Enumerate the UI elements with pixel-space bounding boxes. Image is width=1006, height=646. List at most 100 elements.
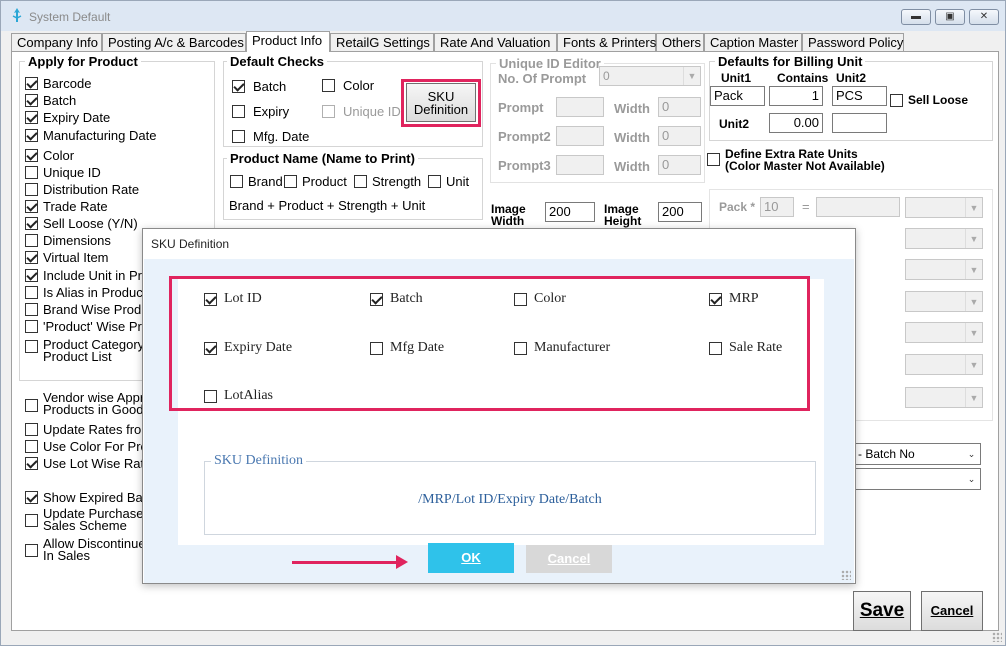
contains-input[interactable]: 1 [769, 86, 823, 106]
checkbox-box[interactable] [232, 130, 245, 143]
checkbox-box[interactable] [25, 234, 38, 247]
apply-trade-rate-checkbox[interactable]: Trade Rate [25, 199, 108, 214]
checkbox-box[interactable] [25, 491, 38, 504]
rate-unit-select-4[interactable]: ▼ [905, 291, 983, 312]
prompt2-width-input[interactable]: 0 [658, 126, 701, 146]
apply-sell-loose-checkbox[interactable]: Sell Loose (Y/N) [25, 216, 138, 231]
apply-product-category-checkbox[interactable]: Product Category Product List [25, 338, 144, 363]
checkbox-box[interactable] [25, 340, 38, 353]
default-unique-id-checkbox[interactable]: Unique ID [322, 104, 401, 119]
name-strength-checkbox[interactable]: Strength [354, 174, 421, 189]
prompt3-width-input[interactable]: 0 [658, 155, 701, 175]
checkbox-box[interactable] [25, 320, 38, 333]
tab-rate-valuation[interactable]: Rate And Valuation [434, 33, 557, 51]
default-expiry-checkbox[interactable]: Expiry [232, 104, 289, 119]
batch-no-select[interactable]: - Batch No ⌄ [853, 443, 981, 465]
use-color-checkbox[interactable]: Use Color For Pro [25, 439, 148, 454]
tab-fonts-printers[interactable]: Fonts & Printers [557, 33, 656, 51]
tab-caption-master[interactable]: Caption Master [704, 33, 802, 51]
prompt-width-input[interactable]: 0 [658, 97, 701, 117]
unit2-input[interactable]: PCS [832, 86, 887, 106]
checkbox-box[interactable] [25, 286, 38, 299]
checkbox-box[interactable] [25, 94, 38, 107]
checkbox-box[interactable] [25, 544, 38, 557]
checkbox-box[interactable] [25, 514, 38, 527]
rate-unit-select-7[interactable]: ▼ [905, 387, 983, 408]
tab-company-info[interactable]: Company Info [11, 33, 102, 51]
checkbox-box[interactable] [232, 105, 245, 118]
checkbox-box[interactable] [25, 251, 38, 264]
prompt2-input[interactable] [556, 126, 604, 146]
apply-unique-id-checkbox[interactable]: Unique ID [25, 165, 101, 180]
apply-manufacturing-date-checkbox[interactable]: Manufacturing Date [25, 128, 156, 143]
rate-unit-select-2[interactable]: ▼ [905, 228, 983, 249]
image-height-input[interactable]: 200 [658, 202, 702, 222]
row2-value-input[interactable]: 0.00 [769, 113, 823, 133]
prompt-input[interactable] [556, 97, 604, 117]
update-purchase-checkbox[interactable]: Update Purchase Sales Scheme [25, 507, 143, 532]
tab-product-info[interactable]: Product Info [246, 31, 330, 52]
use-lot-wise-rate-checkbox[interactable]: Use Lot Wise Rate [25, 456, 151, 471]
tab-posting-barcodes[interactable]: Posting A/c & Barcodes [102, 33, 246, 51]
name-unit-checkbox[interactable]: Unit [428, 174, 469, 189]
extra-rate-units-checkbox[interactable]: Define Extra Rate Units (Color Master No… [707, 148, 885, 172]
checkbox-box[interactable] [25, 217, 38, 230]
image-width-input[interactable]: 200 [545, 202, 595, 222]
checkbox-box[interactable] [25, 303, 38, 316]
checkbox-box[interactable] [428, 175, 441, 188]
checkbox-box[interactable] [890, 94, 903, 107]
apply-product-wise-checkbox[interactable]: 'Product' Wise Pr [25, 319, 142, 334]
apply-barcode-checkbox[interactable]: Barcode [25, 76, 91, 91]
close-button[interactable]: ✕ [969, 9, 999, 25]
no-of-prompt-select[interactable]: 0 ▼ [599, 66, 701, 86]
rate-unit-select-5[interactable]: ▼ [905, 322, 983, 343]
vendor-wise-checkbox[interactable]: Vendor wise Appr Products in Goods [25, 391, 150, 416]
checkbox-box[interactable] [230, 175, 243, 188]
apply-batch-checkbox[interactable]: Batch [25, 93, 76, 108]
apply-dimensions-checkbox[interactable]: Dimensions [25, 233, 111, 248]
checkbox-box[interactable] [25, 111, 38, 124]
ok-button[interactable]: OK [428, 543, 514, 573]
minimize-button[interactable]: ▬ [901, 9, 931, 25]
checkbox-box[interactable] [25, 457, 38, 470]
allow-discontinue-checkbox[interactable]: Allow Discontinue In Sales [25, 537, 146, 562]
show-expired-batch-checkbox[interactable]: Show Expired Bat [25, 490, 146, 505]
dialog-cancel-button[interactable]: Cancel [526, 545, 612, 573]
resize-grip[interactable] [992, 632, 1002, 642]
checkbox-box[interactable] [25, 423, 38, 436]
checkbox-box[interactable] [354, 175, 367, 188]
checkbox-box[interactable] [25, 183, 38, 196]
checkbox-box[interactable] [25, 399, 38, 412]
default-mfg-date-checkbox[interactable]: Mfg. Date [232, 129, 309, 144]
apply-distribution-rate-checkbox[interactable]: Distribution Rate [25, 182, 139, 197]
apply-brand-wise-checkbox[interactable]: Brand Wise Produ [25, 302, 149, 317]
checkbox-box[interactable] [25, 200, 38, 213]
apply-is-alias-checkbox[interactable]: Is Alias in Product [25, 285, 146, 300]
tab-retailg-settings[interactable]: RetailG Settings [330, 33, 434, 51]
dialog-resize-grip[interactable] [841, 570, 851, 580]
pack-input[interactable]: 10 [760, 197, 794, 217]
prompt3-input[interactable] [556, 155, 604, 175]
apply-virtual-item-checkbox[interactable]: Virtual Item [25, 250, 109, 265]
name-product-checkbox[interactable]: Product [284, 174, 347, 189]
update-rates-checkbox[interactable]: Update Rates from [25, 422, 152, 437]
unit1-input[interactable]: Pack [710, 86, 765, 106]
tab-others[interactable]: Others [656, 33, 704, 51]
tab-password-policy[interactable]: Password Policy [802, 33, 904, 51]
checkbox-box[interactable] [232, 80, 245, 93]
checkbox-box[interactable] [284, 175, 297, 188]
rate-unit-input[interactable] [816, 197, 900, 217]
checkbox-box[interactable] [25, 77, 38, 90]
save-button[interactable]: Save [853, 591, 911, 631]
checkbox-box[interactable] [322, 105, 335, 118]
rate-unit-select-1[interactable]: ▼ [905, 197, 983, 218]
rate-unit-select-6[interactable]: ▼ [905, 354, 983, 375]
row2-unit-input[interactable] [832, 113, 887, 133]
checkbox-box[interactable] [707, 153, 720, 166]
sell-loose-checkbox[interactable]: Sell Loose [890, 93, 968, 108]
apply-expiry-date-checkbox[interactable]: Expiry Date [25, 110, 110, 125]
checkbox-box[interactable] [25, 129, 38, 142]
apply-include-unit-checkbox[interactable]: Include Unit in Pr [25, 268, 142, 283]
checkbox-box[interactable] [322, 79, 335, 92]
checkbox-box[interactable] [25, 269, 38, 282]
